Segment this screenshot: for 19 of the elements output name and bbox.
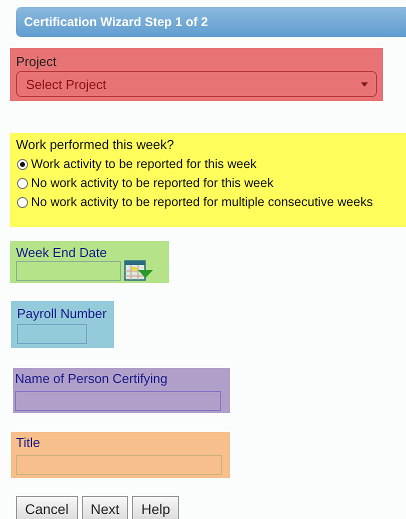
text-field[interactable] (16, 455, 222, 475)
wizard-button[interactable]: Help (132, 496, 180, 519)
caret-icon (361, 82, 368, 86)
wizard-button[interactable]: Next (82, 496, 128, 519)
calendar-icon[interactable] (124, 260, 154, 282)
text-field[interactable] (17, 324, 87, 344)
date-field[interactable] (16, 261, 121, 281)
field-label: Name of Person Certifying (15, 371, 168, 386)
field-label: Project (16, 54, 58, 69)
wizard-title: Certification Wizard Step 1 of 2 (24, 15, 208, 29)
field-label: Work performed this week? (16, 137, 175, 152)
radio-option[interactable]: Work activity to be reported for this week (16, 157, 400, 171)
field-label: Week End Date (16, 245, 108, 260)
field-label: Payroll Number (17, 306, 108, 321)
text-field[interactable] (15, 391, 221, 411)
radio-option[interactable]: No work activity to be reported for multiple consecutive weeks (16, 195, 400, 209)
field-label: Title (16, 435, 42, 450)
radio-option[interactable]: No work activity to be reported for this week (16, 176, 400, 190)
wizard-button[interactable]: Cancel (16, 496, 78, 519)
